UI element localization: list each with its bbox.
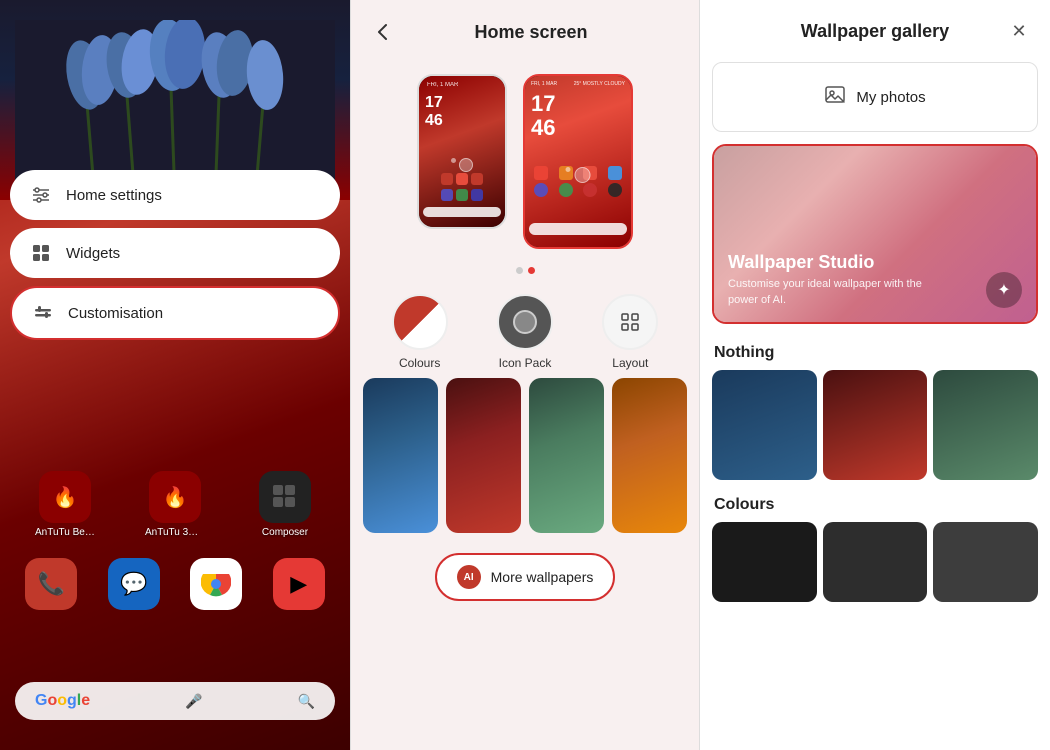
icon-pack-icon: [497, 294, 553, 350]
app-antutubench-label: AnTuTu Benc...: [35, 527, 95, 538]
nothing-wallpaper-row: [700, 370, 1050, 492]
widgets-item[interactable]: Widgets: [10, 228, 340, 278]
app-antutubench[interactable]: 🔥 AnTuTu Benc...: [35, 471, 95, 538]
close-button[interactable]: ✕: [1004, 16, 1034, 46]
layout-option[interactable]: Layout: [602, 294, 658, 370]
panel2-header: Home screen: [351, 0, 699, 64]
panel-wallpaper-gallery: Wallpaper gallery ✕ My photos Wallpaper …: [700, 0, 1050, 750]
app-row-1: 🔥 AnTuTu Benc... 🔥 AnTuTu 3D B...: [10, 471, 340, 538]
wallpaper-grid: [351, 378, 699, 533]
app-composer-label: Composer: [255, 527, 315, 538]
nothing-wp-2[interactable]: [823, 370, 928, 480]
nothing-section-label: Nothing: [700, 340, 1050, 370]
widgets-label: Widgets: [66, 245, 120, 262]
app-phone[interactable]: 📞: [21, 558, 81, 610]
layout-icon: [602, 294, 658, 350]
swipe-dots: [351, 265, 699, 282]
app-row-2: 📞 💬: [10, 558, 340, 610]
app-antutu3d[interactable]: 🔥 AnTuTu 3D B...: [145, 471, 205, 538]
home-settings-label: Home settings: [66, 187, 162, 204]
app-grid: 🔥 AnTuTu Benc... 🔥 AnTuTu 3D B...: [10, 471, 340, 630]
back-button[interactable]: [367, 16, 399, 48]
wp-thumb-blue[interactable]: [363, 378, 438, 533]
p2-footer: AI More wallpapers: [351, 533, 699, 750]
my-photos-card[interactable]: My photos: [712, 62, 1038, 132]
colour-cell-2[interactable]: [823, 522, 928, 602]
colour-cell-1[interactable]: [712, 522, 817, 602]
ws-stars-button[interactable]: ✦: [986, 272, 1022, 308]
wp-thumb-green[interactable]: [529, 378, 604, 533]
colours-label: Colours: [399, 356, 440, 370]
layout-label: Layout: [612, 356, 648, 370]
mic-icon[interactable]: 🎤: [185, 693, 202, 710]
widgets-icon: [30, 242, 52, 264]
mini-clock-1: 17 46: [425, 94, 443, 129]
colours-row: [700, 522, 1050, 610]
nothing-wp-1[interactable]: [712, 370, 817, 480]
lens-icon[interactable]: 🔍: [298, 693, 315, 710]
google-logo: Google: [35, 692, 90, 710]
context-menu: Home settings Widgets: [10, 170, 340, 340]
home-settings-item[interactable]: Home settings: [10, 170, 340, 220]
dot-1: [516, 267, 523, 274]
icon-pack-label: Icon Pack: [499, 356, 552, 370]
search-bar[interactable]: Google 🎤 🔍: [15, 682, 335, 720]
customisation-label: Customisation: [68, 305, 163, 322]
customisation-item[interactable]: Customisation: [10, 286, 340, 340]
panel2-title: Home screen: [411, 22, 651, 43]
ws-subtitle: Customise your ideal wallpaper with the …: [728, 277, 949, 308]
phone-mockups: FRI, 1 MAR 17 46: [351, 64, 699, 259]
wp-thumb-orange[interactable]: [612, 378, 687, 533]
mini-status-1: FRI, 1 MAR: [427, 82, 497, 88]
app-chrome[interactable]: [186, 558, 246, 610]
colours-icon: [392, 294, 448, 350]
phone-mockup-1[interactable]: FRI, 1 MAR 17 46: [417, 74, 507, 229]
app-antutu3d-label: AnTuTu 3D B...: [145, 527, 205, 538]
nothing-wp-3[interactable]: [933, 370, 1038, 480]
ai-badge: AI: [457, 565, 481, 589]
panel-home-screen: Home screen FRI, 1 MAR 17 46: [350, 0, 700, 750]
phone-mockup-2[interactable]: FRI, 1 MAR 25° MOSTLY CLOUDY 17 46: [523, 74, 633, 249]
colour-cell-3[interactable]: [933, 522, 1038, 602]
more-wallpapers-button[interactable]: AI More wallpapers: [435, 553, 616, 601]
photo-icon: [824, 83, 846, 111]
dot-2: [528, 267, 535, 274]
custom-options: Colours Icon Pack Layout: [351, 282, 699, 378]
panel-home: Home settings Widgets: [0, 0, 350, 750]
panel3-header: Wallpaper gallery ✕: [700, 0, 1050, 62]
wallpaper-studio-card[interactable]: Wallpaper Studio Customise your ideal wa…: [712, 144, 1038, 324]
colours-section-label: Colours: [700, 492, 1050, 522]
home-settings-icon: [30, 184, 52, 206]
app-messages[interactable]: 💬: [104, 558, 164, 610]
panel3-title: Wallpaper gallery: [801, 21, 949, 42]
ws-title: Wallpaper Studio: [728, 252, 1022, 273]
colours-option[interactable]: Colours: [392, 294, 448, 370]
wp-thumb-red[interactable]: [446, 378, 521, 533]
app-composer[interactable]: Composer: [255, 471, 315, 538]
my-photos-label: My photos: [856, 89, 925, 106]
more-wallpapers-label: More wallpapers: [491, 569, 594, 585]
customisation-icon: [32, 302, 54, 324]
icon-pack-option[interactable]: Icon Pack: [497, 294, 553, 370]
app-youtube[interactable]: ▶: [269, 558, 329, 610]
